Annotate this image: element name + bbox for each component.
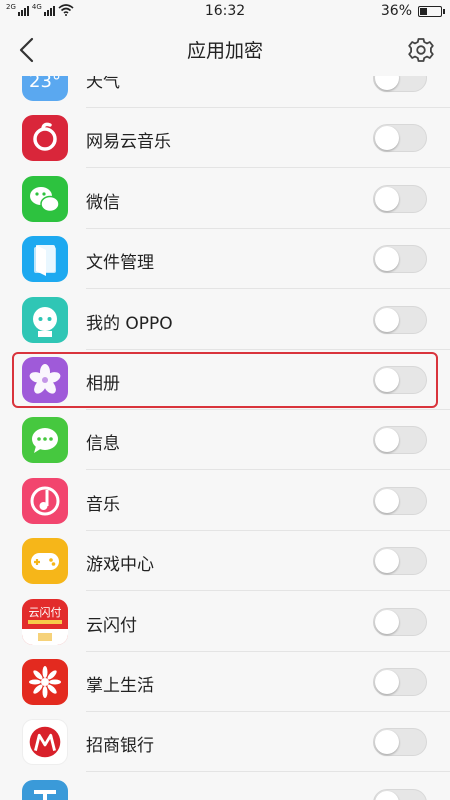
app-lock-row[interactable]: 网易云音乐	[0, 108, 450, 169]
netease-music-icon	[22, 115, 68, 162]
app-lock-row[interactable]: 音乐	[0, 471, 450, 531]
battery-percent: 36%	[380, 3, 412, 19]
lock-toggle[interactable]	[373, 547, 427, 576]
app-lock-row[interactable]: 相册	[0, 350, 450, 410]
lock-toggle[interactable]	[373, 366, 427, 394]
game-center-icon	[22, 538, 68, 585]
lock-toggle[interactable]	[373, 124, 427, 153]
app-lock-list: 23° 天气 网易云音乐 微信 文件管理 我的 OPPO 相册 信息 音乐 游戏中心 云闪付 云闪付掌…	[0, 76, 450, 800]
battery-icon	[418, 5, 445, 17]
toggle-knob	[375, 428, 399, 453]
app-header: 应用加密	[0, 24, 450, 76]
app-name: 音乐	[86, 494, 120, 515]
toggle-knob	[375, 307, 399, 332]
toggle-knob	[375, 126, 399, 151]
app-name: 相册	[86, 374, 120, 394]
lock-toggle[interactable]	[373, 486, 427, 515]
app-name: 微信	[86, 192, 120, 213]
svg-text:23°: 23°	[29, 76, 61, 92]
toggle-knob	[375, 730, 399, 755]
app-name: 网易云音乐	[86, 132, 171, 153]
toggle-knob	[375, 76, 399, 90]
settings-gear-icon[interactable]	[406, 35, 436, 65]
toggle-knob	[375, 549, 399, 574]
app-lock-row[interactable]: 23° 天气	[0, 76, 450, 108]
cmb-icon	[22, 719, 68, 766]
lock-toggle[interactable]	[373, 426, 427, 455]
app-name: 云闪付	[86, 615, 137, 636]
lock-toggle[interactable]	[373, 245, 427, 274]
page-title: 应用加密	[186, 40, 263, 62]
app-lock-row[interactable]: 我的 OPPO	[0, 290, 450, 350]
app-name: 天气	[86, 76, 120, 92]
quickpass-icon: 云闪付	[22, 598, 68, 645]
toggle-knob	[375, 609, 399, 634]
status-bar: 2G 4G 16:32 36%	[0, 0, 450, 24]
app-name: 文件管理	[86, 253, 154, 274]
app-lock-row[interactable]	[0, 773, 450, 800]
app-name: 我的 OPPO	[86, 313, 173, 334]
lock-toggle[interactable]	[373, 668, 427, 696]
life-icon	[22, 659, 68, 705]
my-oppo-icon	[22, 296, 68, 343]
lock-toggle[interactable]	[373, 788, 427, 800]
lock-toggle[interactable]	[373, 76, 427, 92]
app-lock-row[interactable]: 云闪付 云闪付	[0, 592, 450, 652]
lock-toggle[interactable]	[373, 184, 427, 213]
app-name: 掌上生活	[86, 676, 154, 696]
toggle-knob	[375, 247, 399, 272]
partial-app-icon	[22, 779, 68, 800]
wechat-icon	[22, 175, 68, 222]
toggle-knob	[375, 670, 399, 694]
app-lock-row[interactable]: 微信	[0, 169, 450, 229]
weather-icon: 23°	[22, 76, 68, 101]
toggle-knob	[375, 488, 399, 513]
lock-toggle[interactable]	[373, 305, 427, 334]
app-name: 游戏中心	[86, 555, 154, 576]
app-lock-row[interactable]: 掌上生活	[0, 652, 450, 712]
lock-toggle[interactable]	[373, 607, 427, 636]
app-name: 招商银行	[86, 736, 154, 757]
app-lock-row[interactable]: 游戏中心	[0, 531, 450, 592]
gallery-icon	[22, 357, 68, 403]
app-lock-row[interactable]: 信息	[0, 410, 450, 471]
app-name: 信息	[86, 434, 120, 455]
svg-text:云闪付: 云闪付	[29, 605, 62, 619]
lock-toggle[interactable]	[373, 728, 427, 757]
toggle-knob	[375, 368, 399, 392]
file-manager-icon	[22, 236, 68, 283]
app-lock-row[interactable]: 招商银行	[0, 712, 450, 773]
app-lock-row[interactable]: 文件管理	[0, 229, 450, 290]
messages-icon	[22, 417, 68, 464]
music-icon	[22, 477, 68, 524]
toggle-knob	[375, 790, 399, 800]
toggle-knob	[375, 186, 399, 211]
